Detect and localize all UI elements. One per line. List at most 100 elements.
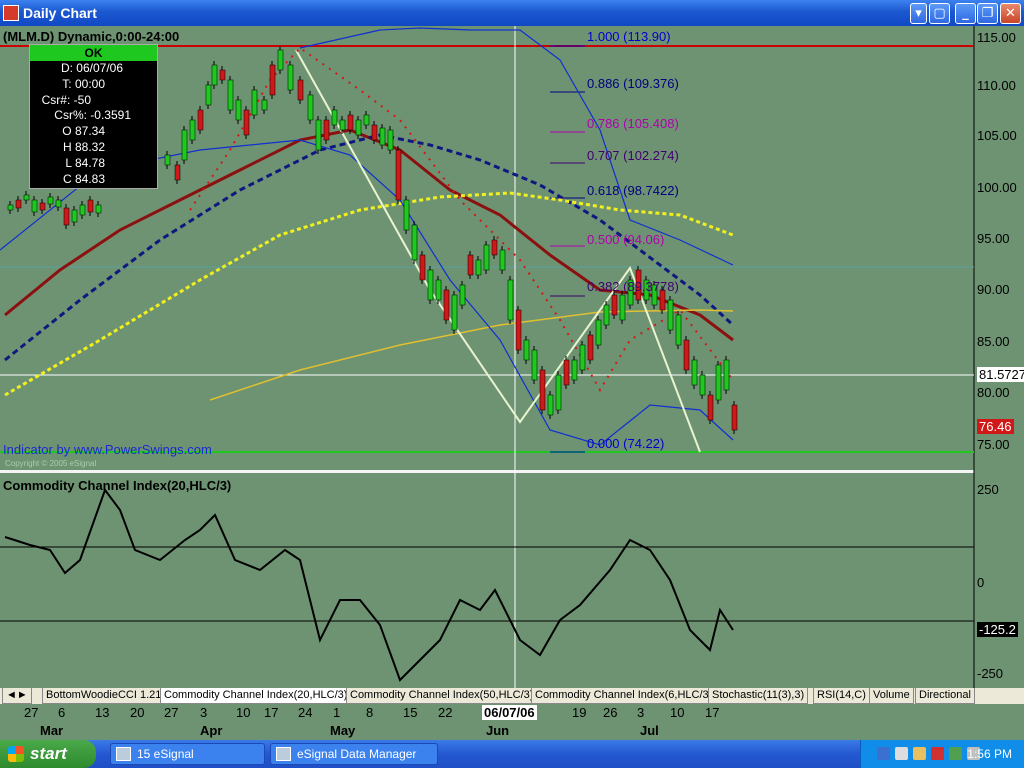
taskbar-esignal[interactable]: 15 eSignal bbox=[110, 743, 265, 765]
candle-body bbox=[261, 99, 268, 111]
candle-body bbox=[523, 339, 530, 361]
date-axis: 27 6 13 20 27 3 10 17 24 1 8 15 22 19 26 3 10 17 Mar Apr … bbox=[0, 704, 1024, 740]
candle-body bbox=[269, 64, 276, 96]
candle-body bbox=[619, 294, 626, 321]
candle-body bbox=[539, 369, 546, 411]
start-button[interactable]: start bbox=[0, 740, 96, 768]
tab-scroll[interactable]: ◄► bbox=[2, 688, 32, 704]
tray-network-icon[interactable] bbox=[895, 747, 908, 760]
study-tabs: ◄► BottomWoodieCCI 1.21 Commodity Channe… bbox=[0, 688, 1024, 704]
parabolic-sar bbox=[189, 46, 734, 392]
data-manager-icon bbox=[276, 747, 291, 761]
candle-body bbox=[197, 109, 204, 131]
cci-axis-0: 0 bbox=[977, 575, 985, 590]
tab-cci-20[interactable]: Commodity Channel Index(20,HLC/3) bbox=[160, 688, 352, 704]
info-low: L 84.78 bbox=[65, 155, 105, 170]
taskbar-data-manager[interactable]: eSignal Data Manager bbox=[270, 743, 438, 765]
tab-volume[interactable]: Volume bbox=[869, 688, 914, 704]
minimize-button[interactable]: _ bbox=[955, 3, 976, 24]
tab-directional[interactable]: Directional bbox=[915, 688, 975, 704]
zigzag bbox=[295, 49, 701, 453]
tray-app-icon[interactable] bbox=[949, 747, 962, 760]
price-tick-3: 100.00 bbox=[977, 180, 1017, 195]
day-tick-4: 27 bbox=[164, 705, 179, 720]
tab-woodie[interactable]: BottomWoodieCCI 1.21 bbox=[42, 688, 166, 704]
tab-cci-50[interactable]: Commodity Channel Index(50,HLC/3) bbox=[346, 688, 538, 704]
candle-body bbox=[435, 279, 442, 301]
candle-body bbox=[95, 204, 102, 214]
candle-body bbox=[571, 359, 578, 381]
candle-body bbox=[63, 207, 70, 226]
info-cursor-pct: Csr%: -0.3591 bbox=[54, 108, 131, 123]
fib-label-0: 1.000 (113.90) bbox=[587, 29, 671, 44]
candle-body bbox=[443, 289, 450, 321]
tray-security-icon[interactable] bbox=[931, 747, 944, 760]
candle-body bbox=[71, 209, 78, 223]
info-time: T: 00:00 bbox=[62, 76, 105, 91]
day-tick-10: 8 bbox=[366, 705, 374, 720]
candle-body bbox=[563, 359, 570, 386]
tab-cci-6[interactable]: Commodity Channel Index(6,HLC/3) bbox=[531, 688, 717, 704]
info-date: D: 06/07/06 bbox=[60, 61, 123, 75]
candle-body bbox=[411, 224, 418, 261]
document-icon-button[interactable]: ▢ bbox=[929, 3, 950, 24]
price-tick-8: 75.00 bbox=[977, 437, 1010, 452]
candle-body bbox=[87, 199, 94, 213]
price-tick-0: 115.00 bbox=[977, 30, 1016, 45]
candle-body bbox=[277, 49, 284, 71]
window-title-bar[interactable]: Daily Chart ▾ ▢ _ ❐ ✕ bbox=[0, 0, 1024, 26]
symbol-title: (MLM.D) Dynamic,0:00-24:00 bbox=[3, 29, 180, 44]
candle-body bbox=[323, 119, 330, 141]
fib-label-3: 0.707 (102.274) bbox=[587, 148, 679, 163]
candle-body bbox=[699, 374, 706, 396]
month-jul: Jul bbox=[640, 723, 659, 738]
day-tick-3: 20 bbox=[130, 705, 145, 720]
candle-body bbox=[467, 254, 474, 276]
candle-body bbox=[363, 114, 370, 126]
day-tick-15: 19 bbox=[572, 705, 587, 720]
window-title: Daily Chart bbox=[23, 5, 97, 21]
close-button[interactable]: ✕ bbox=[1000, 3, 1021, 24]
dropdown-button[interactable]: ▾ bbox=[910, 3, 927, 24]
candle-body bbox=[287, 64, 294, 91]
restore-button[interactable]: ❐ bbox=[977, 3, 998, 24]
fib-label-1: 0.886 (109.376) bbox=[587, 76, 679, 91]
indicator-credit[interactable]: Indicator by www.PowerSwings.com bbox=[3, 442, 212, 457]
copyright-label: Copyright © 2005 eSignal bbox=[5, 459, 97, 468]
day-tick-18: 10 bbox=[670, 705, 685, 720]
candle-body bbox=[47, 196, 54, 205]
info-cursor-num: Csr#: -50 bbox=[41, 92, 91, 107]
month-jun: Jun bbox=[486, 723, 510, 738]
candle-body bbox=[595, 319, 602, 346]
candle-body bbox=[55, 199, 62, 208]
candle-body bbox=[419, 254, 426, 281]
tab-rsi[interactable]: RSI(14,C) bbox=[813, 688, 870, 704]
candle-body bbox=[715, 364, 722, 401]
day-tick-5: 3 bbox=[200, 705, 208, 720]
panel-divider bbox=[0, 470, 974, 473]
day-tick-6: 10 bbox=[236, 705, 251, 720]
candle-body bbox=[691, 359, 698, 386]
day-tick-2: 13 bbox=[95, 705, 110, 720]
candle-body bbox=[181, 129, 188, 161]
candle-body bbox=[611, 294, 618, 316]
tray-printer-icon[interactable] bbox=[913, 747, 926, 760]
candle-body bbox=[707, 394, 714, 421]
candle-body bbox=[675, 314, 682, 346]
candle-body bbox=[403, 199, 410, 231]
tab-stochastic[interactable]: Stochastic(11(3),3) bbox=[708, 688, 809, 704]
day-tick-7: 17 bbox=[264, 705, 279, 720]
day-tick-17: 3 bbox=[637, 705, 645, 720]
fib-label-4: 0.618 (98.7422) bbox=[587, 183, 679, 198]
day-tick-16: 26 bbox=[603, 705, 618, 720]
info-close: C 84.83 bbox=[62, 171, 105, 186]
month-apr: Apr bbox=[200, 723, 223, 738]
day-tick-9: 1 bbox=[333, 705, 341, 720]
tray-arrow-icon[interactable] bbox=[877, 747, 890, 760]
clock: 1:56 PM bbox=[967, 747, 1012, 761]
candle-body bbox=[79, 204, 86, 216]
candle-body bbox=[499, 249, 506, 271]
candle-body bbox=[189, 119, 196, 141]
candle-body bbox=[347, 114, 354, 131]
candle-body bbox=[371, 124, 378, 141]
